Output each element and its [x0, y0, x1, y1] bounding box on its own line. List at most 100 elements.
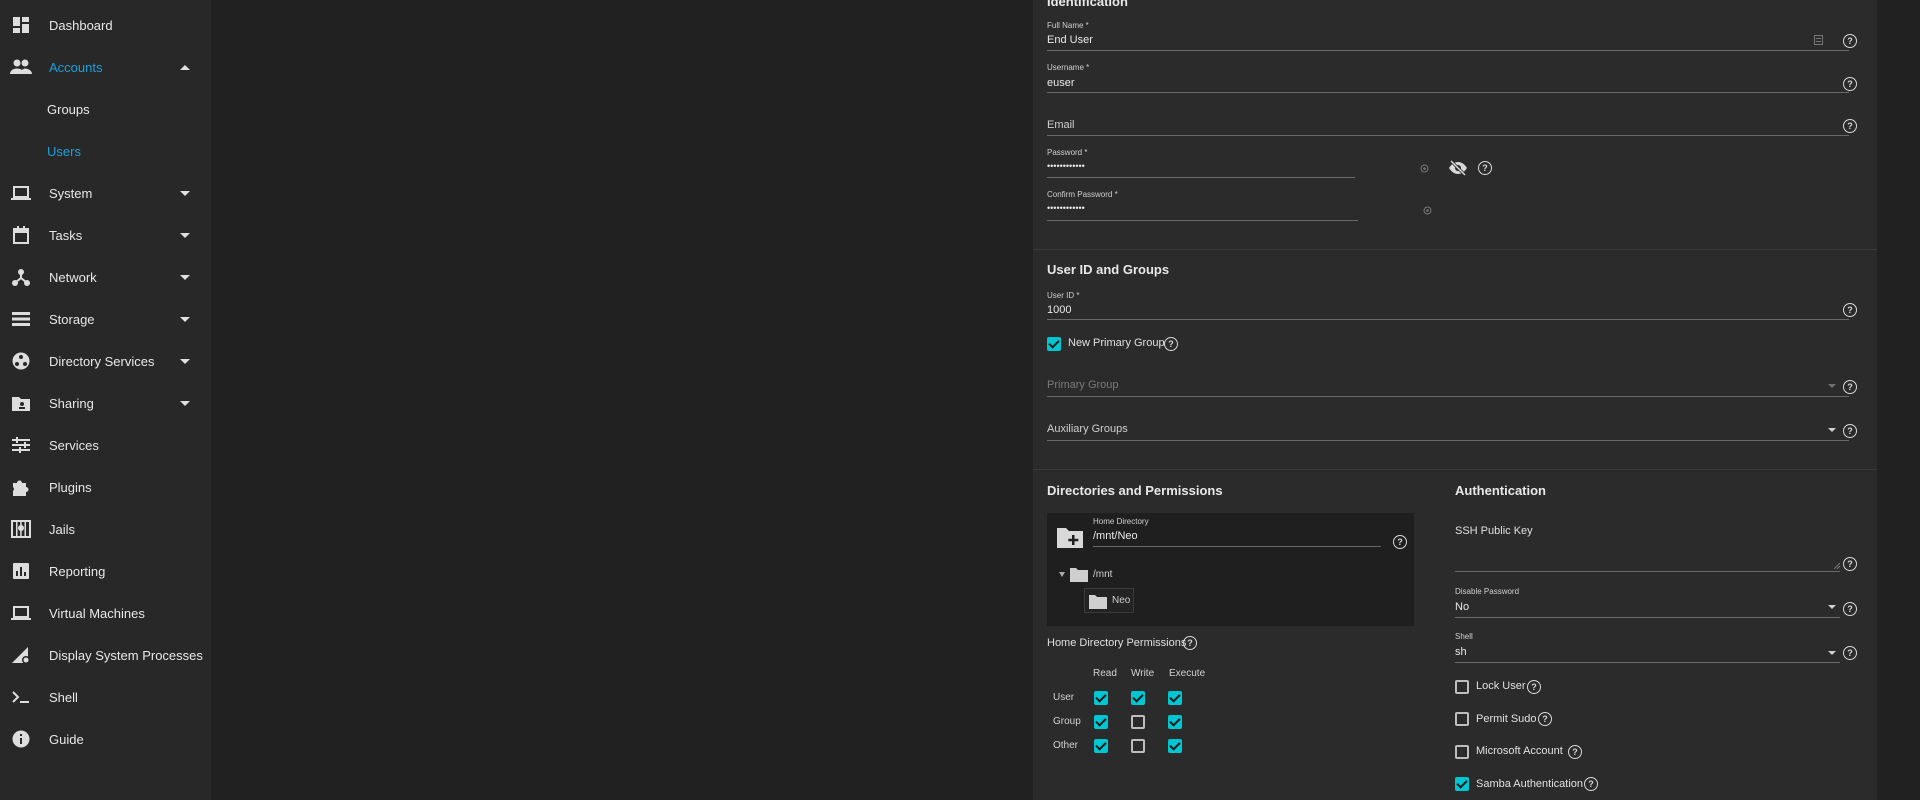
- full-name-input[interactable]: End User: [1047, 34, 1093, 46]
- password-input[interactable]: ••••••••••••: [1047, 161, 1085, 171]
- perm-row-other: Other: [1053, 740, 1079, 751]
- permit-sudo-label: Permit Sudo: [1476, 713, 1537, 725]
- sidebar-item-label: Directory Services: [49, 353, 155, 369]
- chevron-down-icon: [180, 275, 190, 280]
- section-title-user-id-groups: User ID and Groups: [1047, 262, 1170, 277]
- confirm-password-input[interactable]: ••••••••••••: [1047, 203, 1085, 213]
- sidebar-item-display-system-processes[interactable]: Display System Processes: [0, 634, 211, 676]
- disable-password-help-icon[interactable]: ?: [1843, 602, 1857, 616]
- new-primary-group-label: New Primary Group: [1068, 337, 1165, 349]
- ssh-public-key-textarea[interactable]: SSH Public Key: [1455, 525, 1533, 537]
- sidebar-item-dashboard[interactable]: Dashboard: [0, 4, 211, 46]
- user-id-label: User ID *: [1047, 291, 1080, 300]
- sidebar-item-plugins[interactable]: Plugins: [0, 466, 211, 508]
- list-icon: [1814, 35, 1823, 45]
- sidebar-item-label: Plugins: [49, 479, 92, 495]
- primary-group-help-icon[interactable]: ?: [1843, 380, 1857, 394]
- primary-group-select[interactable]: Primary Group: [1047, 379, 1119, 391]
- home-directory-help-icon[interactable]: ?: [1393, 535, 1407, 549]
- new-primary-group-help-icon[interactable]: ?: [1164, 337, 1178, 351]
- permit-sudo-help-icon[interactable]: ?: [1538, 712, 1552, 726]
- perm-other-write-checkbox[interactable]: [1131, 739, 1145, 753]
- folder-icon: [1070, 568, 1088, 582]
- sidebar-item-shell[interactable]: Shell: [0, 676, 211, 718]
- sidebar-item-label: Tasks: [49, 227, 83, 243]
- sidebar-item-accounts[interactable]: Accounts: [0, 46, 211, 88]
- section-title-authentication: Authentication: [1455, 483, 1546, 498]
- shell-help-icon[interactable]: ?: [1843, 646, 1857, 660]
- chevron-down-icon: [180, 233, 190, 238]
- email-input[interactable]: Email: [1047, 119, 1075, 131]
- email-help-icon[interactable]: ?: [1843, 119, 1857, 133]
- auxiliary-groups-help-icon[interactable]: ?: [1843, 424, 1857, 438]
- sidebar-item-label: Storage: [49, 311, 95, 327]
- shell-select[interactable]: sh: [1455, 646, 1467, 658]
- home-directory-permissions-help-icon[interactable]: ?: [1183, 636, 1197, 650]
- password-help-icon[interactable]: ?: [1478, 161, 1492, 175]
- microsoft-account-help-icon[interactable]: ?: [1568, 745, 1582, 759]
- lock-user-help-icon[interactable]: ?: [1527, 680, 1541, 694]
- perm-other-read-checkbox[interactable]: [1094, 739, 1108, 753]
- sidebar-item-directory-services[interactable]: Directory Services: [0, 340, 211, 382]
- sidebar-item-users[interactable]: Users: [0, 130, 211, 172]
- user-id-input[interactable]: 1000: [1047, 304, 1071, 316]
- auxiliary-groups-select[interactable]: Auxiliary Groups: [1047, 423, 1128, 435]
- sidebar-item-jails[interactable]: Jails: [0, 508, 211, 550]
- sidebar-item-guide[interactable]: Guide: [0, 718, 211, 760]
- perm-user-read-checkbox[interactable]: [1094, 691, 1108, 705]
- home-directory-input[interactable]: /mnt/Neo: [1093, 530, 1138, 542]
- full-name-help-icon[interactable]: ?: [1843, 34, 1857, 48]
- chevron-down-icon[interactable]: [1828, 651, 1836, 655]
- chevron-down-icon: [180, 401, 190, 406]
- disable-password-select[interactable]: No: [1455, 601, 1469, 613]
- sidebar-item-label: Network: [49, 269, 97, 285]
- perm-user-execute-checkbox[interactable]: [1168, 691, 1182, 705]
- sidebar-item-system[interactable]: System: [0, 172, 211, 214]
- sidebar-item-label: Services: [49, 437, 99, 453]
- username-input[interactable]: euser: [1047, 77, 1075, 89]
- ssh-public-key-help-icon[interactable]: ?: [1843, 557, 1857, 571]
- eye-off-icon[interactable]: [1448, 160, 1468, 176]
- chevron-down-icon[interactable]: [1828, 605, 1836, 609]
- perm-other-execute-checkbox[interactable]: [1168, 739, 1182, 753]
- sidebar-item-storage[interactable]: Storage: [0, 298, 211, 340]
- sidebar-item-tasks[interactable]: Tasks: [0, 214, 211, 256]
- sidebar-item-virtual-machines[interactable]: Virtual Machines: [0, 592, 211, 634]
- chart-icon: [10, 560, 32, 582]
- password-visibility-icon[interactable]: [1420, 164, 1429, 173]
- accounts-icon: [10, 56, 32, 78]
- user-id-help-icon[interactable]: ?: [1843, 303, 1857, 317]
- home-directory-explorer: Home Directory /mnt/Neo ? /mnt Neo: [1047, 513, 1414, 626]
- sidebar-item-label: System: [49, 185, 93, 201]
- sidebar-item-services[interactable]: Services: [0, 424, 211, 466]
- lock-user-checkbox[interactable]: [1455, 680, 1469, 694]
- perm-group-write-checkbox[interactable]: [1131, 715, 1145, 729]
- sidebar-item-groups[interactable]: Groups: [0, 88, 211, 130]
- new-primary-group-checkbox[interactable]: [1047, 337, 1061, 351]
- sidebar-item-reporting[interactable]: Reporting: [0, 550, 211, 592]
- password-label: Password *: [1047, 148, 1088, 157]
- tree-expand-icon[interactable]: [1058, 570, 1066, 578]
- samba-authentication-checkbox[interactable]: [1455, 777, 1469, 791]
- perm-group-read-checkbox[interactable]: [1094, 715, 1108, 729]
- samba-authentication-help-icon[interactable]: ?: [1584, 777, 1598, 791]
- perm-group-execute-checkbox[interactable]: [1168, 715, 1182, 729]
- lock-user-label: Lock User: [1476, 680, 1526, 692]
- chevron-down-icon[interactable]: [1828, 384, 1836, 388]
- confirm-password-visibility-icon[interactable]: [1423, 206, 1432, 215]
- laptop-icon: [10, 602, 32, 624]
- sidebar-item-network[interactable]: Network: [0, 256, 211, 298]
- samba-authentication-label: Samba Authentication: [1476, 778, 1584, 790]
- username-help-icon[interactable]: ?: [1843, 77, 1857, 91]
- resize-handle-icon[interactable]: [1834, 563, 1840, 569]
- create-folder-icon[interactable]: [1057, 526, 1083, 548]
- sidebar-item-label: Accounts: [49, 59, 103, 75]
- perm-user-write-checkbox[interactable]: [1131, 691, 1145, 705]
- chevron-down-icon[interactable]: [1828, 428, 1836, 432]
- chevron-down-icon: [180, 317, 190, 322]
- perm-col-execute: Execute: [1169, 668, 1206, 679]
- tree-node-mnt[interactable]: /mnt: [1093, 569, 1112, 580]
- sidebar-item-sharing[interactable]: Sharing: [0, 382, 211, 424]
- microsoft-account-checkbox[interactable]: [1455, 745, 1469, 759]
- permit-sudo-checkbox[interactable]: [1455, 712, 1469, 726]
